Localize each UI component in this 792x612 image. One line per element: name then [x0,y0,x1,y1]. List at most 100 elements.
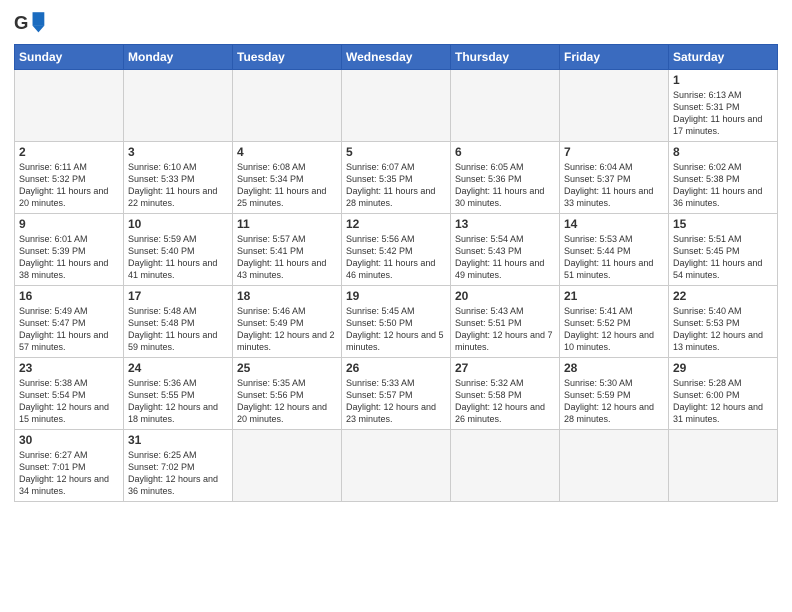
day-number: 7 [564,145,664,159]
day-cell: 2 Sunrise: 6:11 AM Sunset: 5:32 PM Daylig… [15,142,124,214]
day-info: Sunrise: 5:41 AM Sunset: 5:52 PM Dayligh… [564,305,664,354]
day-info: Sunrise: 5:53 AM Sunset: 5:44 PM Dayligh… [564,233,664,282]
day-number: 16 [19,289,119,303]
day-info: Sunrise: 6:07 AM Sunset: 5:35 PM Dayligh… [346,161,446,210]
week-row-3: 16 Sunrise: 5:49 AM Sunset: 5:47 PM Dayli… [15,286,778,358]
day-cell [669,430,778,502]
weekday-header-wednesday: Wednesday [342,45,451,70]
day-number: 21 [564,289,664,303]
day-cell [233,70,342,142]
day-info: Sunrise: 6:11 AM Sunset: 5:32 PM Dayligh… [19,161,119,210]
weekday-header-monday: Monday [124,45,233,70]
day-info: Sunrise: 6:04 AM Sunset: 5:37 PM Dayligh… [564,161,664,210]
day-cell: 21 Sunrise: 5:41 AM Sunset: 5:52 PM Dayli… [560,286,669,358]
day-cell: 31Sunrise: 6:25 AM Sunset: 7:02 PM Dayli… [124,430,233,502]
day-info: Sunrise: 5:38 AM Sunset: 5:54 PM Dayligh… [19,377,119,426]
day-info: Sunrise: 5:33 AM Sunset: 5:57 PM Dayligh… [346,377,446,426]
day-info: Sunrise: 5:35 AM Sunset: 5:56 PM Dayligh… [237,377,337,426]
day-cell: 6 Sunrise: 6:05 AM Sunset: 5:36 PM Daylig… [451,142,560,214]
day-info: Sunrise: 6:01 AM Sunset: 5:39 PM Dayligh… [19,233,119,282]
day-cell: 14 Sunrise: 5:53 AM Sunset: 5:44 PM Dayli… [560,214,669,286]
day-cell [451,70,560,142]
day-number: 22 [673,289,773,303]
day-cell: 11Sunrise: 5:57 AM Sunset: 5:41 PM Dayli… [233,214,342,286]
week-row-4: 23 Sunrise: 5:38 AM Sunset: 5:54 PM Dayli… [15,358,778,430]
day-cell: 16 Sunrise: 5:49 AM Sunset: 5:47 PM Dayli… [15,286,124,358]
day-number: 20 [455,289,555,303]
day-info: Sunrise: 5:28 AM Sunset: 6:00 PM Dayligh… [673,377,773,426]
day-number: 2 [19,145,119,159]
day-info: Sunrise: 6:02 AM Sunset: 5:38 PM Dayligh… [673,161,773,210]
day-info: Sunrise: 5:59 AM Sunset: 5:40 PM Dayligh… [128,233,228,282]
weekday-header-friday: Friday [560,45,669,70]
day-number: 12 [346,217,446,231]
day-info: Sunrise: 5:30 AM Sunset: 5:59 PM Dayligh… [564,377,664,426]
day-cell: 18 Sunrise: 5:46 AM Sunset: 5:49 PM Dayli… [233,286,342,358]
day-info: Sunrise: 5:46 AM Sunset: 5:49 PM Dayligh… [237,305,337,354]
day-number: 5 [346,145,446,159]
day-info: Sunrise: 5:36 AM Sunset: 5:55 PM Dayligh… [128,377,228,426]
day-cell [342,70,451,142]
day-info: Sunrise: 6:27 AM Sunset: 7:01 PM Dayligh… [19,449,119,498]
day-number: 8 [673,145,773,159]
day-info: Sunrise: 5:48 AM Sunset: 5:48 PM Dayligh… [128,305,228,354]
logo: G [14,10,50,38]
day-number: 3 [128,145,228,159]
day-number: 9 [19,217,119,231]
day-number: 23 [19,361,119,375]
weekday-header-saturday: Saturday [669,45,778,70]
day-cell [124,70,233,142]
day-info: Sunrise: 5:40 AM Sunset: 5:53 PM Dayligh… [673,305,773,354]
day-info: Sunrise: 5:51 AM Sunset: 5:45 PM Dayligh… [673,233,773,282]
day-cell: 24 Sunrise: 5:36 AM Sunset: 5:55 PM Dayli… [124,358,233,430]
day-cell: 4Sunrise: 6:08 AM Sunset: 5:34 PM Daylig… [233,142,342,214]
day-info: Sunrise: 5:57 AM Sunset: 5:41 PM Dayligh… [237,233,337,282]
day-number: 25 [237,361,337,375]
day-number: 24 [128,361,228,375]
day-cell: 3Sunrise: 6:10 AM Sunset: 5:33 PM Daylig… [124,142,233,214]
day-number: 30 [19,433,119,447]
day-number: 6 [455,145,555,159]
day-cell: 22 Sunrise: 5:40 AM Sunset: 5:53 PM Dayli… [669,286,778,358]
day-cell [233,430,342,502]
day-number: 26 [346,361,446,375]
day-number: 19 [346,289,446,303]
day-cell: 17 Sunrise: 5:48 AM Sunset: 5:48 PM Dayli… [124,286,233,358]
day-cell: 23 Sunrise: 5:38 AM Sunset: 5:54 PM Dayli… [15,358,124,430]
weekday-header-sunday: Sunday [15,45,124,70]
day-cell: 1Sunrise: 6:13 AM Sunset: 5:31 PM Daylig… [669,70,778,142]
day-cell: 19 Sunrise: 5:45 AM Sunset: 5:50 PM Dayli… [342,286,451,358]
day-number: 27 [455,361,555,375]
day-info: Sunrise: 5:45 AM Sunset: 5:50 PM Dayligh… [346,305,446,354]
week-row-5: 30 Sunrise: 6:27 AM Sunset: 7:01 PM Dayli… [15,430,778,502]
day-info: Sunrise: 6:13 AM Sunset: 5:31 PM Dayligh… [673,89,773,138]
day-number: 18 [237,289,337,303]
day-number: 13 [455,217,555,231]
general-blue-icon: G [14,10,46,38]
weekday-header-row: SundayMondayTuesdayWednesdayThursdayFrid… [15,45,778,70]
page: G SundayMondayTuesdayWednesdayThursdayFr… [0,0,792,612]
day-info: Sunrise: 6:05 AM Sunset: 5:36 PM Dayligh… [455,161,555,210]
week-row-2: 9 Sunrise: 6:01 AM Sunset: 5:39 PM Daylig… [15,214,778,286]
day-cell [560,430,669,502]
day-cell: 13 Sunrise: 5:54 AM Sunset: 5:43 PM Dayli… [451,214,560,286]
day-cell: 26 Sunrise: 5:33 AM Sunset: 5:57 PM Dayli… [342,358,451,430]
day-info: Sunrise: 6:08 AM Sunset: 5:34 PM Dayligh… [237,161,337,210]
day-info: Sunrise: 5:56 AM Sunset: 5:42 PM Dayligh… [346,233,446,282]
day-number: 17 [128,289,228,303]
day-cell [451,430,560,502]
day-cell: 30 Sunrise: 6:27 AM Sunset: 7:01 PM Dayli… [15,430,124,502]
calendar-table: SundayMondayTuesdayWednesdayThursdayFrid… [14,44,778,502]
day-number: 29 [673,361,773,375]
day-cell: 28Sunrise: 5:30 AM Sunset: 5:59 PM Dayli… [560,358,669,430]
day-cell: 9 Sunrise: 6:01 AM Sunset: 5:39 PM Daylig… [15,214,124,286]
day-cell: 29 Sunrise: 5:28 AM Sunset: 6:00 PM Dayli… [669,358,778,430]
day-info: Sunrise: 5:49 AM Sunset: 5:47 PM Dayligh… [19,305,119,354]
day-number: 31 [128,433,228,447]
day-cell [15,70,124,142]
day-cell: 8 Sunrise: 6:02 AM Sunset: 5:38 PM Daylig… [669,142,778,214]
day-info: Sunrise: 5:54 AM Sunset: 5:43 PM Dayligh… [455,233,555,282]
header: G [14,10,778,38]
day-number: 14 [564,217,664,231]
day-cell: 5 Sunrise: 6:07 AM Sunset: 5:35 PM Daylig… [342,142,451,214]
